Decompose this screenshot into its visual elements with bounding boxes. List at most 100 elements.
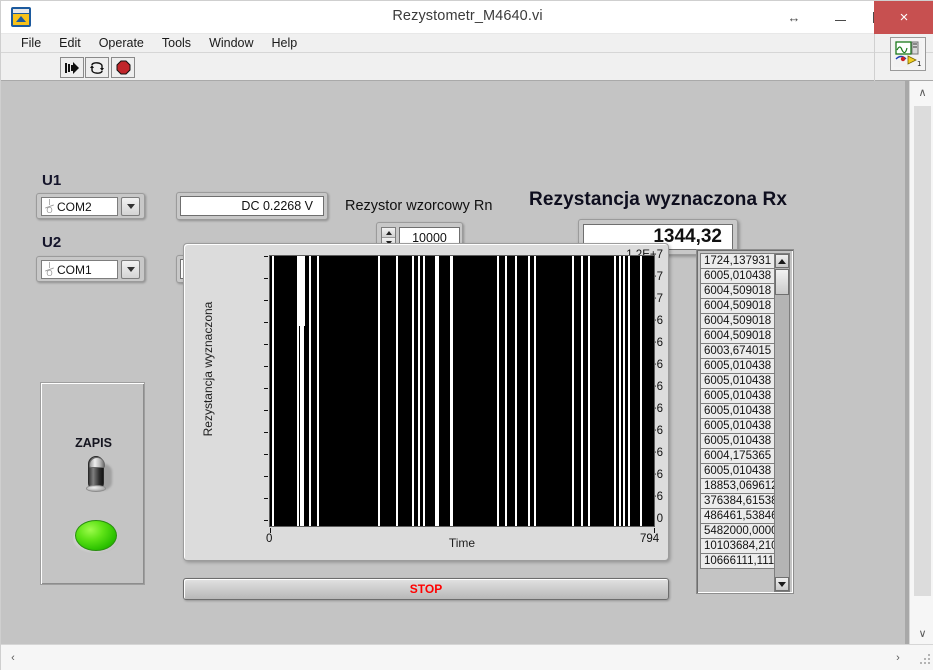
caret-down-icon xyxy=(778,581,786,587)
zapis-led-indicator xyxy=(73,520,119,554)
window-vertical-scrollbar[interactable]: ∧ ∨ xyxy=(909,81,933,644)
caret-up-icon xyxy=(385,230,392,235)
list-item[interactable]: 5482000,00000 xyxy=(700,523,776,539)
resize-grip-icon[interactable] xyxy=(920,654,930,664)
list-item[interactable]: 6005,010438 xyxy=(700,388,776,404)
vi-connector-pane-icon[interactable]: 1 xyxy=(890,37,926,71)
abort-execution-icon[interactable] xyxy=(111,57,135,78)
list-item[interactable]: 6005,010438 xyxy=(700,373,776,389)
list-item[interactable]: 6003,674015 xyxy=(700,343,776,359)
window-close-button[interactable]: × xyxy=(874,1,933,34)
title-bar: Rezystometr_M4640.vi ↔ × xyxy=(1,1,933,34)
y-tick-mark xyxy=(264,366,268,367)
caret-up-icon xyxy=(778,258,786,264)
run-continuously-icon[interactable] xyxy=(85,57,109,78)
list-item[interactable]: 6004,175365 xyxy=(700,448,776,464)
svg-text:1: 1 xyxy=(917,60,921,68)
chevron-down-icon xyxy=(126,267,135,272)
result-title: Rezystancja wyznaczona Rx xyxy=(529,189,788,210)
u2-port-field[interactable]: IO COM1 xyxy=(41,260,118,279)
chart-trace-spike xyxy=(505,256,507,526)
u2-port-dropdown-button[interactable] xyxy=(121,260,140,279)
chart-trace-spike xyxy=(378,256,380,526)
y-tick-mark xyxy=(264,454,268,455)
list-item[interactable]: 6005,010438 xyxy=(700,403,776,419)
chart-trace-spike xyxy=(423,256,425,526)
menu-item-window[interactable]: Window xyxy=(200,34,262,53)
stop-button[interactable]: STOP xyxy=(183,578,669,600)
list-item[interactable]: 10666111,111 xyxy=(700,553,776,569)
u2-port-combo[interactable]: IO COM1 xyxy=(36,256,145,282)
list-scroll-up-button[interactable] xyxy=(775,254,789,268)
chart-trace-spike xyxy=(588,256,590,526)
chart-trace-spike xyxy=(623,256,625,526)
list-item[interactable]: 6004,509018 xyxy=(700,313,776,329)
y-tick-mark xyxy=(264,300,268,301)
u1-port-combo[interactable]: IO COM2 xyxy=(36,193,145,219)
list-item[interactable]: 376384,615385 xyxy=(700,493,776,509)
list-item[interactable]: 6004,509018 xyxy=(700,283,776,299)
list-item[interactable]: 10103684,2105 xyxy=(700,538,776,554)
list-item[interactable]: 18853,069612 xyxy=(700,478,776,494)
scroll-left-button[interactable]: ‹ xyxy=(1,645,25,670)
reference-resistor-label: Rezystor wzorcowy Rn xyxy=(345,198,493,214)
list-scrollbar[interactable] xyxy=(774,253,790,592)
list-item[interactable]: 6005,010438 xyxy=(700,463,776,479)
chart-trace-spike xyxy=(396,256,398,526)
chart-trace-spike xyxy=(309,256,311,526)
scroll-up-button[interactable]: ∧ xyxy=(910,81,933,103)
vi-toolbar xyxy=(1,53,933,81)
chart-trace-spike xyxy=(528,256,530,526)
chart-trace-spike xyxy=(497,256,499,526)
measurement-values-list[interactable]: 1724,137931 6005,010438 6004,509018 6004,50… xyxy=(696,249,794,594)
zapis-label: ZAPIS xyxy=(75,436,112,450)
y-tick-mark xyxy=(264,256,268,257)
zapis-toggle-switch[interactable] xyxy=(86,456,112,492)
menu-item-file[interactable]: File xyxy=(12,34,50,53)
resistance-chart[interactable]: Rezystancja wyznaczona 1,2E+7 1,1E+7 1E+… xyxy=(183,243,669,561)
u2-label: U2 xyxy=(42,234,62,251)
y-tick-mark xyxy=(264,388,268,389)
menu-item-operate[interactable]: Operate xyxy=(90,34,153,53)
chart-trace-spike xyxy=(640,256,642,526)
list-item[interactable]: 6004,509018 xyxy=(700,298,776,314)
chart-trace-spike xyxy=(451,256,453,526)
u1-voltage-display: DC 0.2268 V xyxy=(176,192,328,220)
list-column: 1724,137931 6005,010438 6004,509018 6004,50… xyxy=(700,253,776,569)
list-item[interactable]: 6005,010438 xyxy=(700,418,776,434)
menu-item-help[interactable]: Help xyxy=(263,34,307,53)
list-item[interactable]: 6005,010438 xyxy=(700,268,776,284)
scroll-right-button[interactable]: › xyxy=(886,645,910,670)
u1-port-field[interactable]: IO COM2 xyxy=(41,197,118,216)
list-scroll-thumb[interactable] xyxy=(775,269,789,295)
list-item[interactable]: 1724,137931 xyxy=(700,253,776,269)
menu-item-edit[interactable]: Edit xyxy=(50,34,90,53)
u1-port-dropdown-button[interactable] xyxy=(121,197,140,216)
menu-item-tools[interactable]: Tools xyxy=(153,34,200,53)
y-tick-mark xyxy=(264,410,268,411)
y-tick-mark xyxy=(264,432,268,433)
list-item[interactable]: 6004,509018 xyxy=(700,328,776,344)
chart-trace-spike xyxy=(437,256,439,526)
list-item[interactable]: 486461,538461 xyxy=(700,508,776,524)
menu-bar: File Edit Operate Tools Window Help xyxy=(1,34,933,53)
window-minimize-button[interactable] xyxy=(819,1,861,34)
run-arrow-icon[interactable] xyxy=(60,57,84,78)
chart-trace-spike xyxy=(418,256,420,526)
chevron-down-icon xyxy=(126,204,135,209)
window-restore-button[interactable]: ↔ xyxy=(772,1,816,34)
zapis-cluster: ZAPIS xyxy=(40,382,145,585)
y-tick-mark xyxy=(264,344,268,345)
u1-label: U1 xyxy=(42,172,62,189)
list-item[interactable]: 6005,010438 xyxy=(700,358,776,374)
chart-trace-spike xyxy=(515,256,517,526)
vertical-scroll-thumb[interactable] xyxy=(914,106,931,596)
window-horizontal-scrollbar[interactable]: ‹ › xyxy=(1,644,933,670)
io-refnum-icon: IO xyxy=(45,198,54,215)
list-scroll-down-button[interactable] xyxy=(775,577,789,591)
list-item[interactable]: 6005,010438 xyxy=(700,433,776,449)
y-tick-mark xyxy=(264,322,268,323)
chart-plot-area[interactable] xyxy=(269,255,655,527)
stepper-increment-button[interactable] xyxy=(382,228,395,237)
scroll-down-button[interactable]: ∨ xyxy=(910,622,933,644)
